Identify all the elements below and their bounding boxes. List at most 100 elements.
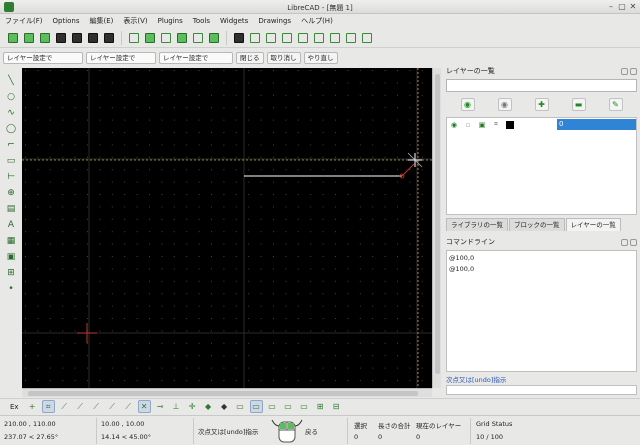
restrict-horizontal-icon[interactable]: ⊸ xyxy=(154,400,167,413)
layer-filter-input[interactable] xyxy=(446,79,637,92)
layer-row[interactable]: ◉ ▫ ▣ ⌗ 0 xyxy=(447,119,636,130)
snap-on-entity-icon[interactable]: ⟋ xyxy=(74,400,87,413)
zoom-out-icon[interactable] xyxy=(296,31,310,45)
draft-mode-icon[interactable] xyxy=(248,31,262,45)
print-icon[interactable]: ▣ xyxy=(475,121,489,129)
modify-tool-icon[interactable]: ⊕ xyxy=(4,186,18,199)
grid-toggle-icon[interactable] xyxy=(232,31,246,45)
canvas-horizontal-scrollbar[interactable] xyxy=(22,388,432,397)
layer-name[interactable]: 0 xyxy=(557,119,636,130)
show-all-layers-icon[interactable]: ◉ xyxy=(460,98,475,111)
snap-distance-icon[interactable]: ⟋ xyxy=(122,400,135,413)
snap-middle-icon[interactable]: ⟋ xyxy=(106,400,119,413)
lock-relative-zero-icon[interactable]: ◆ xyxy=(218,400,231,413)
float-panel-icon[interactable] xyxy=(621,239,628,246)
ellipse-tool-icon[interactable]: ◯ xyxy=(4,122,18,135)
restrict-vertical-icon[interactable]: ⊥ xyxy=(170,400,183,413)
zoom-pan-icon[interactable] xyxy=(360,31,374,45)
add-to-snap-icon[interactable]: ⊞ xyxy=(314,400,327,413)
undo-button[interactable]: 取り消し xyxy=(266,51,301,64)
tab-layers[interactable]: レイヤーの一覧 xyxy=(565,218,621,231)
polyline-tool-icon[interactable]: ⌐ xyxy=(4,138,18,151)
copy-icon[interactable] xyxy=(143,31,157,45)
layer-color-swatch[interactable] xyxy=(506,120,514,129)
point-tool-icon[interactable]: • xyxy=(4,282,18,295)
menu-view[interactable]: 表示(V) xyxy=(122,16,148,26)
visible-eye-icon[interactable]: ◉ xyxy=(447,121,461,129)
relative-zero-icon[interactable]: ◆ xyxy=(202,400,215,413)
tab-library[interactable]: ライブラリの一覧 xyxy=(446,218,508,231)
remove-from-snap-icon[interactable]: ⊟ xyxy=(330,400,343,413)
canvas-vertical-scrollbar[interactable] xyxy=(432,68,441,388)
save-as-icon[interactable] xyxy=(70,31,84,45)
undo-icon[interactable] xyxy=(191,31,205,45)
hide-all-layers-icon[interactable]: ◉ xyxy=(497,98,512,111)
construction-icon[interactable]: ⌗ xyxy=(489,120,503,129)
save-icon[interactable] xyxy=(54,31,68,45)
scrollbar-thumb[interactable] xyxy=(28,391,418,396)
edit-layer-icon[interactable]: ✎ xyxy=(608,98,623,111)
new-file-icon[interactable] xyxy=(6,31,20,45)
menu-file[interactable]: ファイル(F) xyxy=(4,16,44,26)
pen-type-combo[interactable]: レイヤー設定で xyxy=(159,51,233,64)
view-display-icon[interactable]: ▭ xyxy=(249,400,263,413)
lock-icon[interactable]: ▫ xyxy=(461,121,475,129)
tab-blocks[interactable]: ブロックの一覧 xyxy=(509,218,565,231)
dimension-tool-icon[interactable]: ⊢ xyxy=(4,170,18,183)
close-icon[interactable]: ✕ xyxy=(628,2,638,12)
menu-help[interactable]: ヘルプ(H) xyxy=(300,16,334,26)
snap-free-icon[interactable]: + xyxy=(26,400,39,413)
menu-tools[interactable]: Tools xyxy=(192,17,211,25)
snap-endpoint-icon[interactable]: ⟋ xyxy=(58,400,71,413)
export-icon[interactable] xyxy=(86,31,100,45)
snap-intersection-icon[interactable]: ✕ xyxy=(137,400,151,413)
menu-edit[interactable]: 編集(E) xyxy=(89,16,115,26)
zoom-window-icon[interactable] xyxy=(344,31,358,45)
print-icon[interactable] xyxy=(102,31,116,45)
minimize-icon[interactable]: – xyxy=(606,2,616,12)
close-panel-icon[interactable] xyxy=(630,68,637,75)
select-tool-icon[interactable]: ▭ xyxy=(4,154,18,167)
view-print-icon[interactable]: ▭ xyxy=(266,400,279,413)
menu-widgets[interactable]: Widgets xyxy=(219,17,249,25)
view-screen-icon[interactable]: ▭ xyxy=(282,400,295,413)
new-from-template-icon[interactable] xyxy=(22,31,36,45)
redo-button[interactable]: やり直し xyxy=(303,51,338,64)
zoom-auto-icon[interactable] xyxy=(312,31,326,45)
command-input[interactable] xyxy=(446,385,637,395)
close-panel-icon[interactable] xyxy=(630,239,637,246)
add-layer-icon[interactable]: ✚ xyxy=(534,98,549,111)
open-file-icon[interactable] xyxy=(38,31,52,45)
scrollbar-thumb[interactable] xyxy=(435,74,440,374)
maximize-icon[interactable]: ▢ xyxy=(617,2,627,12)
menu-options[interactable]: Options xyxy=(52,17,81,25)
text-tool-icon[interactable]: A xyxy=(4,218,18,231)
info-tool-icon[interactable]: ▤ xyxy=(4,202,18,215)
pen-color-combo[interactable]: レイヤー設定で xyxy=(3,51,83,64)
layer-list[interactable]: ◉ ▫ ▣ ⌗ 0 xyxy=(446,117,637,215)
image-tool-icon[interactable]: ▣ xyxy=(4,250,18,263)
pen-width-combo[interactable]: レイヤー設定で xyxy=(86,51,156,64)
restrict-orthogonal-icon[interactable]: ✛ xyxy=(186,400,199,413)
menu-plugins[interactable]: Plugins xyxy=(157,17,184,25)
redraw-icon[interactable] xyxy=(264,31,278,45)
zoom-previous-icon[interactable] xyxy=(328,31,342,45)
curve-tool-icon[interactable]: ∿ xyxy=(4,106,18,119)
menu-drawings[interactable]: Drawings xyxy=(257,17,292,25)
select-pointer-icon[interactable] xyxy=(127,31,141,45)
view-full-icon[interactable]: ▭ xyxy=(298,400,311,413)
redo-icon[interactable] xyxy=(207,31,221,45)
float-panel-icon[interactable] xyxy=(621,68,628,75)
block-tool-icon[interactable]: ⊞ xyxy=(4,266,18,279)
snap-exclusive-label[interactable]: Ex xyxy=(10,403,19,411)
drawing-canvas[interactable] xyxy=(22,68,432,388)
hatch-tool-icon[interactable]: ▦ xyxy=(4,234,18,247)
line-tool-icon[interactable]: ╲ xyxy=(4,74,18,87)
view-mode-icon[interactable]: ▭ xyxy=(234,400,247,413)
zoom-in-icon[interactable] xyxy=(280,31,294,45)
remove-layer-icon[interactable]: ▬ xyxy=(571,98,586,111)
paste-icon[interactable] xyxy=(175,31,189,45)
snap-grid-icon[interactable]: ⌗ xyxy=(41,400,55,413)
close-button[interactable]: 閉じる xyxy=(236,51,264,64)
circle-tool-icon[interactable]: ○ xyxy=(4,90,18,103)
